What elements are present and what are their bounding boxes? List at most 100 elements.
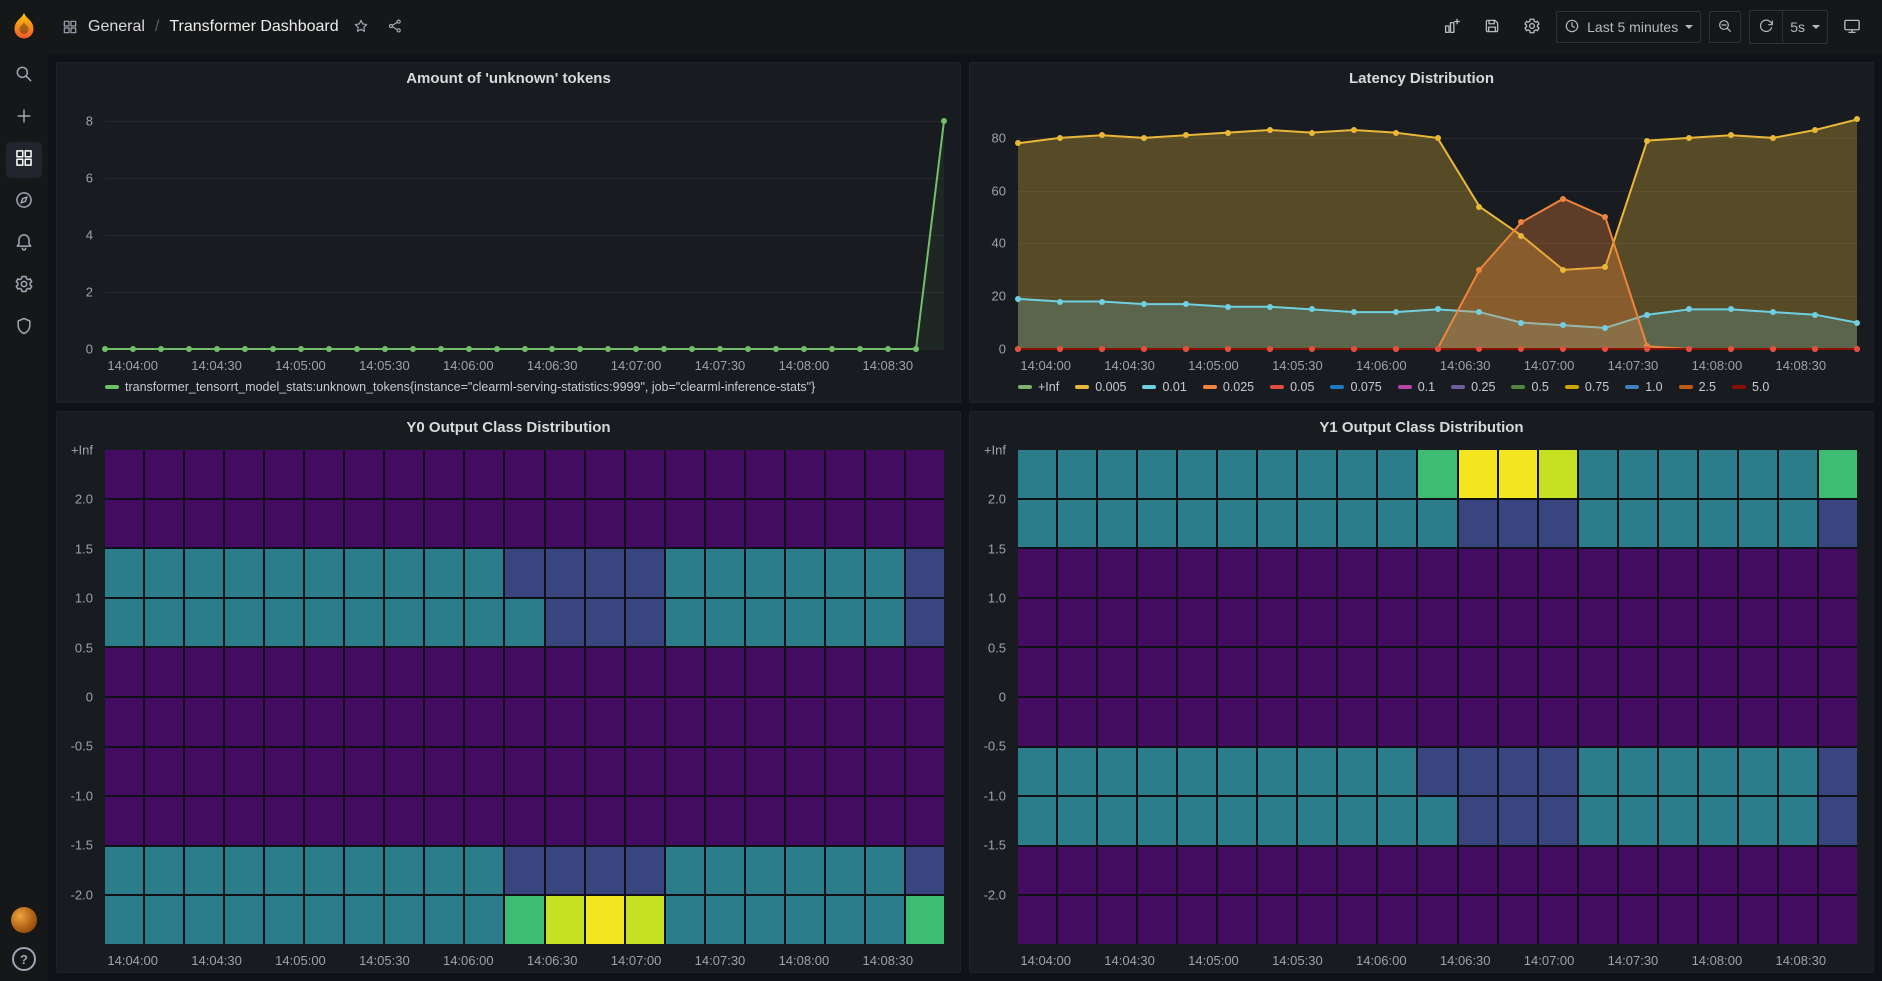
dashboard-settings-button[interactable] bbox=[1516, 11, 1548, 43]
heatmap-cell bbox=[145, 797, 183, 845]
heatmap-cell bbox=[626, 748, 664, 796]
star-dashboard-button[interactable] bbox=[349, 14, 373, 41]
legend-item[interactable]: 0.1 bbox=[1398, 380, 1435, 394]
page-title[interactable]: Transformer Dashboard bbox=[169, 18, 338, 36]
sidebar-item-dashboards[interactable] bbox=[6, 142, 42, 178]
legend-item[interactable]: 0.25 bbox=[1451, 380, 1495, 394]
legend-item[interactable]: transformer_tensorrt_model_stats:unknown… bbox=[105, 380, 815, 394]
heatmap-cell bbox=[1178, 896, 1216, 944]
sidebar-item-search[interactable] bbox=[6, 58, 42, 94]
heatmap-cell bbox=[1378, 797, 1416, 845]
x-tick-label: 14:05:30 bbox=[359, 358, 410, 373]
heatmap-cell bbox=[385, 847, 423, 895]
panel-title[interactable]: Latency Distribution bbox=[970, 63, 1873, 93]
heatmap-grid bbox=[105, 450, 944, 944]
data-point bbox=[382, 346, 388, 352]
heatmap-cell bbox=[1739, 896, 1777, 944]
plot-area[interactable] bbox=[105, 101, 944, 349]
data-point bbox=[1560, 322, 1566, 328]
legend-item[interactable]: 2.5 bbox=[1679, 380, 1716, 394]
legend-item[interactable]: 5.0 bbox=[1732, 380, 1769, 394]
heatmap-cell bbox=[906, 698, 944, 746]
data-point bbox=[1476, 346, 1482, 352]
heatmap-cell bbox=[1418, 748, 1456, 796]
heatmap-cell bbox=[105, 450, 143, 498]
heatmap-cell bbox=[1178, 549, 1216, 597]
heatmap-cell bbox=[505, 698, 543, 746]
sidebar-item-alerting[interactable] bbox=[6, 226, 42, 262]
legend-item[interactable]: 0.075 bbox=[1330, 380, 1381, 394]
heatmap-cell bbox=[786, 450, 824, 498]
panel-title[interactable]: Amount of 'unknown' tokens bbox=[57, 63, 960, 93]
heatmap-cell bbox=[1819, 896, 1857, 944]
heatmap-cell bbox=[1699, 847, 1737, 895]
add-panel-button[interactable] bbox=[1436, 11, 1468, 43]
heatmap-cell bbox=[1138, 500, 1176, 548]
legend-item[interactable]: +Inf bbox=[1018, 380, 1059, 394]
data-point bbox=[577, 346, 583, 352]
sidebar-item-create[interactable] bbox=[6, 100, 42, 136]
heatmap-cell bbox=[1138, 847, 1176, 895]
legend-item[interactable]: 0.01 bbox=[1142, 380, 1186, 394]
refresh-interval-picker[interactable]: 5s bbox=[1782, 11, 1827, 43]
heatmap-cell bbox=[546, 450, 584, 498]
heatmap-cell bbox=[746, 896, 784, 944]
breadcrumb-section[interactable]: General bbox=[88, 18, 145, 36]
panel-title[interactable]: Y1 Output Class Distribution bbox=[970, 412, 1873, 442]
heatmap-cell bbox=[1338, 549, 1376, 597]
sidebar-item-explore[interactable] bbox=[6, 184, 42, 220]
zoom-out-button[interactable] bbox=[1709, 11, 1741, 43]
heatmap-cell bbox=[1539, 549, 1577, 597]
heatmap-cell bbox=[1378, 549, 1416, 597]
heatmap-cell bbox=[1098, 748, 1136, 796]
save-dashboard-button[interactable] bbox=[1476, 11, 1508, 43]
share-dashboard-button[interactable] bbox=[383, 14, 407, 41]
data-point bbox=[1141, 301, 1147, 307]
heatmap-cell bbox=[225, 748, 263, 796]
heatmap-cell bbox=[1018, 549, 1056, 597]
heatmap-cell bbox=[145, 450, 183, 498]
sidebar-item-server-admin[interactable] bbox=[6, 310, 42, 346]
tv-mode-button[interactable] bbox=[1836, 11, 1868, 43]
heatmap-cell bbox=[1579, 648, 1617, 696]
heatmap-cell bbox=[1539, 698, 1577, 746]
legend-item[interactable]: 0.5 bbox=[1511, 380, 1548, 394]
data-point bbox=[941, 118, 947, 124]
plot-area[interactable] bbox=[105, 450, 944, 944]
sidebar-item-configuration[interactable] bbox=[6, 268, 42, 304]
time-range-picker[interactable]: Last 5 minutes bbox=[1556, 11, 1701, 43]
x-tick-label: 14:07:30 bbox=[1608, 953, 1659, 968]
user-avatar[interactable] bbox=[11, 907, 37, 933]
heatmap-cell bbox=[786, 847, 824, 895]
data-point bbox=[1602, 325, 1608, 331]
refresh-button[interactable] bbox=[1750, 11, 1782, 43]
data-point bbox=[1686, 346, 1692, 352]
plot-area[interactable] bbox=[1018, 450, 1857, 944]
legend-item[interactable]: 0.05 bbox=[1270, 380, 1314, 394]
plot-area[interactable] bbox=[1018, 101, 1857, 349]
legend-label: 0.075 bbox=[1350, 380, 1381, 394]
dashboard-controls: Last 5 minutes 5s bbox=[1436, 10, 1868, 44]
heatmap-cell bbox=[906, 549, 944, 597]
legend-item[interactable]: 0.75 bbox=[1565, 380, 1609, 394]
heatmap-cell bbox=[906, 599, 944, 647]
heatmap-cell bbox=[826, 500, 864, 548]
heatmap-cell bbox=[345, 500, 383, 548]
heatmap-cell bbox=[546, 599, 584, 647]
y-axis: 020406080 bbox=[970, 101, 1012, 349]
heatmap-cell bbox=[385, 698, 423, 746]
legend-item[interactable]: 0.005 bbox=[1075, 380, 1126, 394]
heatmap-cell bbox=[1058, 748, 1096, 796]
heatmap-cell bbox=[826, 549, 864, 597]
heatmap-cell bbox=[105, 698, 143, 746]
heatmap-cell bbox=[1659, 896, 1697, 944]
y-tick-label: -1.0 bbox=[984, 788, 1006, 803]
legend-item[interactable]: 1.0 bbox=[1625, 380, 1662, 394]
panel-title[interactable]: Y0 Output Class Distribution bbox=[57, 412, 960, 442]
heatmap-cell bbox=[1018, 599, 1056, 647]
help-icon[interactable]: ? bbox=[12, 947, 36, 971]
legend-item[interactable]: 0.025 bbox=[1203, 380, 1254, 394]
grafana-logo-icon[interactable] bbox=[8, 10, 40, 42]
data-point bbox=[1518, 233, 1524, 239]
heatmap-cell bbox=[1579, 500, 1617, 548]
